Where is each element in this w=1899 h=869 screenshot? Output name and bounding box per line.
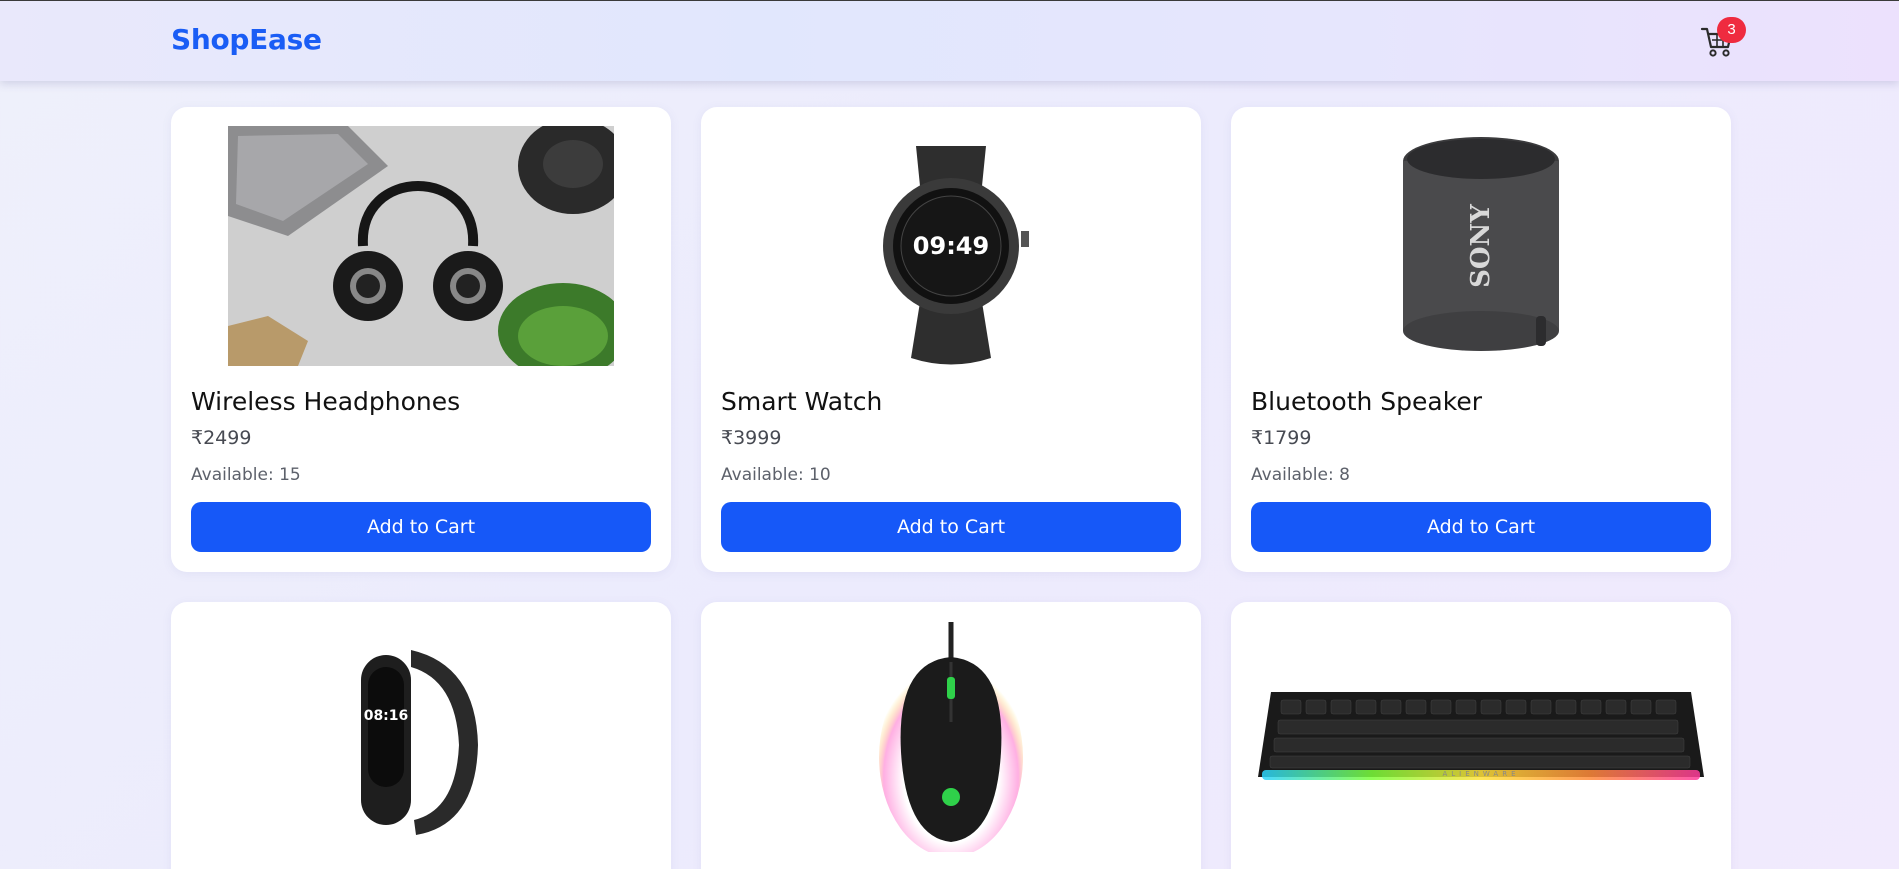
product-name: Bluetooth Speaker [1251, 387, 1482, 416]
product-name: Smart Watch [721, 387, 883, 416]
speaker-image: SONY [1251, 126, 1711, 366]
product-card: SONY Bluetooth Speaker ₹1799 Available: … [1231, 107, 1731, 572]
product-name: Wireless Headphones [191, 387, 461, 416]
add-to-cart-button[interactable]: Add to Cart [191, 502, 651, 552]
add-to-cart-button[interactable]: Add to Cart [721, 502, 1181, 552]
product-price: ₹3999 [721, 427, 782, 449]
speaker-brand-text: SONY [1466, 204, 1496, 288]
smartwatch-image: 09:49 [721, 126, 1181, 366]
gaming-mouse-image [721, 622, 1181, 852]
product-price: ₹2499 [191, 427, 252, 449]
svg-text:09:49: 09:49 [913, 232, 989, 260]
product-card: Wireless Headphones ₹2499 Available: 15 … [171, 107, 671, 572]
product-card: 09:49 Smart Watch ₹3999 Available: 10 Ad… [701, 107, 1201, 572]
brand-logo[interactable]: ShopEase [171, 23, 322, 56]
fitness-band-image: 08:16 [191, 642, 651, 842]
product-availability: Available: 15 [191, 465, 301, 485]
top-navbar: ShopEase 3 [0, 0, 1899, 81]
keyboard-brand-text: ALIENWARE [1442, 770, 1519, 778]
product-availability: Available: 10 [721, 465, 831, 485]
product-card [701, 602, 1201, 869]
product-card: 08:16 [171, 602, 671, 869]
headphones-image [191, 126, 651, 366]
cart-count-badge: 3 [1717, 17, 1746, 43]
keyboard-image: ALIENWARE [1251, 652, 1711, 812]
product-price: ₹1799 [1251, 427, 1312, 449]
product-availability: Available: 8 [1251, 465, 1350, 485]
product-card: ALIENWARE [1231, 602, 1731, 869]
add-to-cart-button[interactable]: Add to Cart [1251, 502, 1711, 552]
svg-text:08:16: 08:16 [364, 708, 409, 724]
